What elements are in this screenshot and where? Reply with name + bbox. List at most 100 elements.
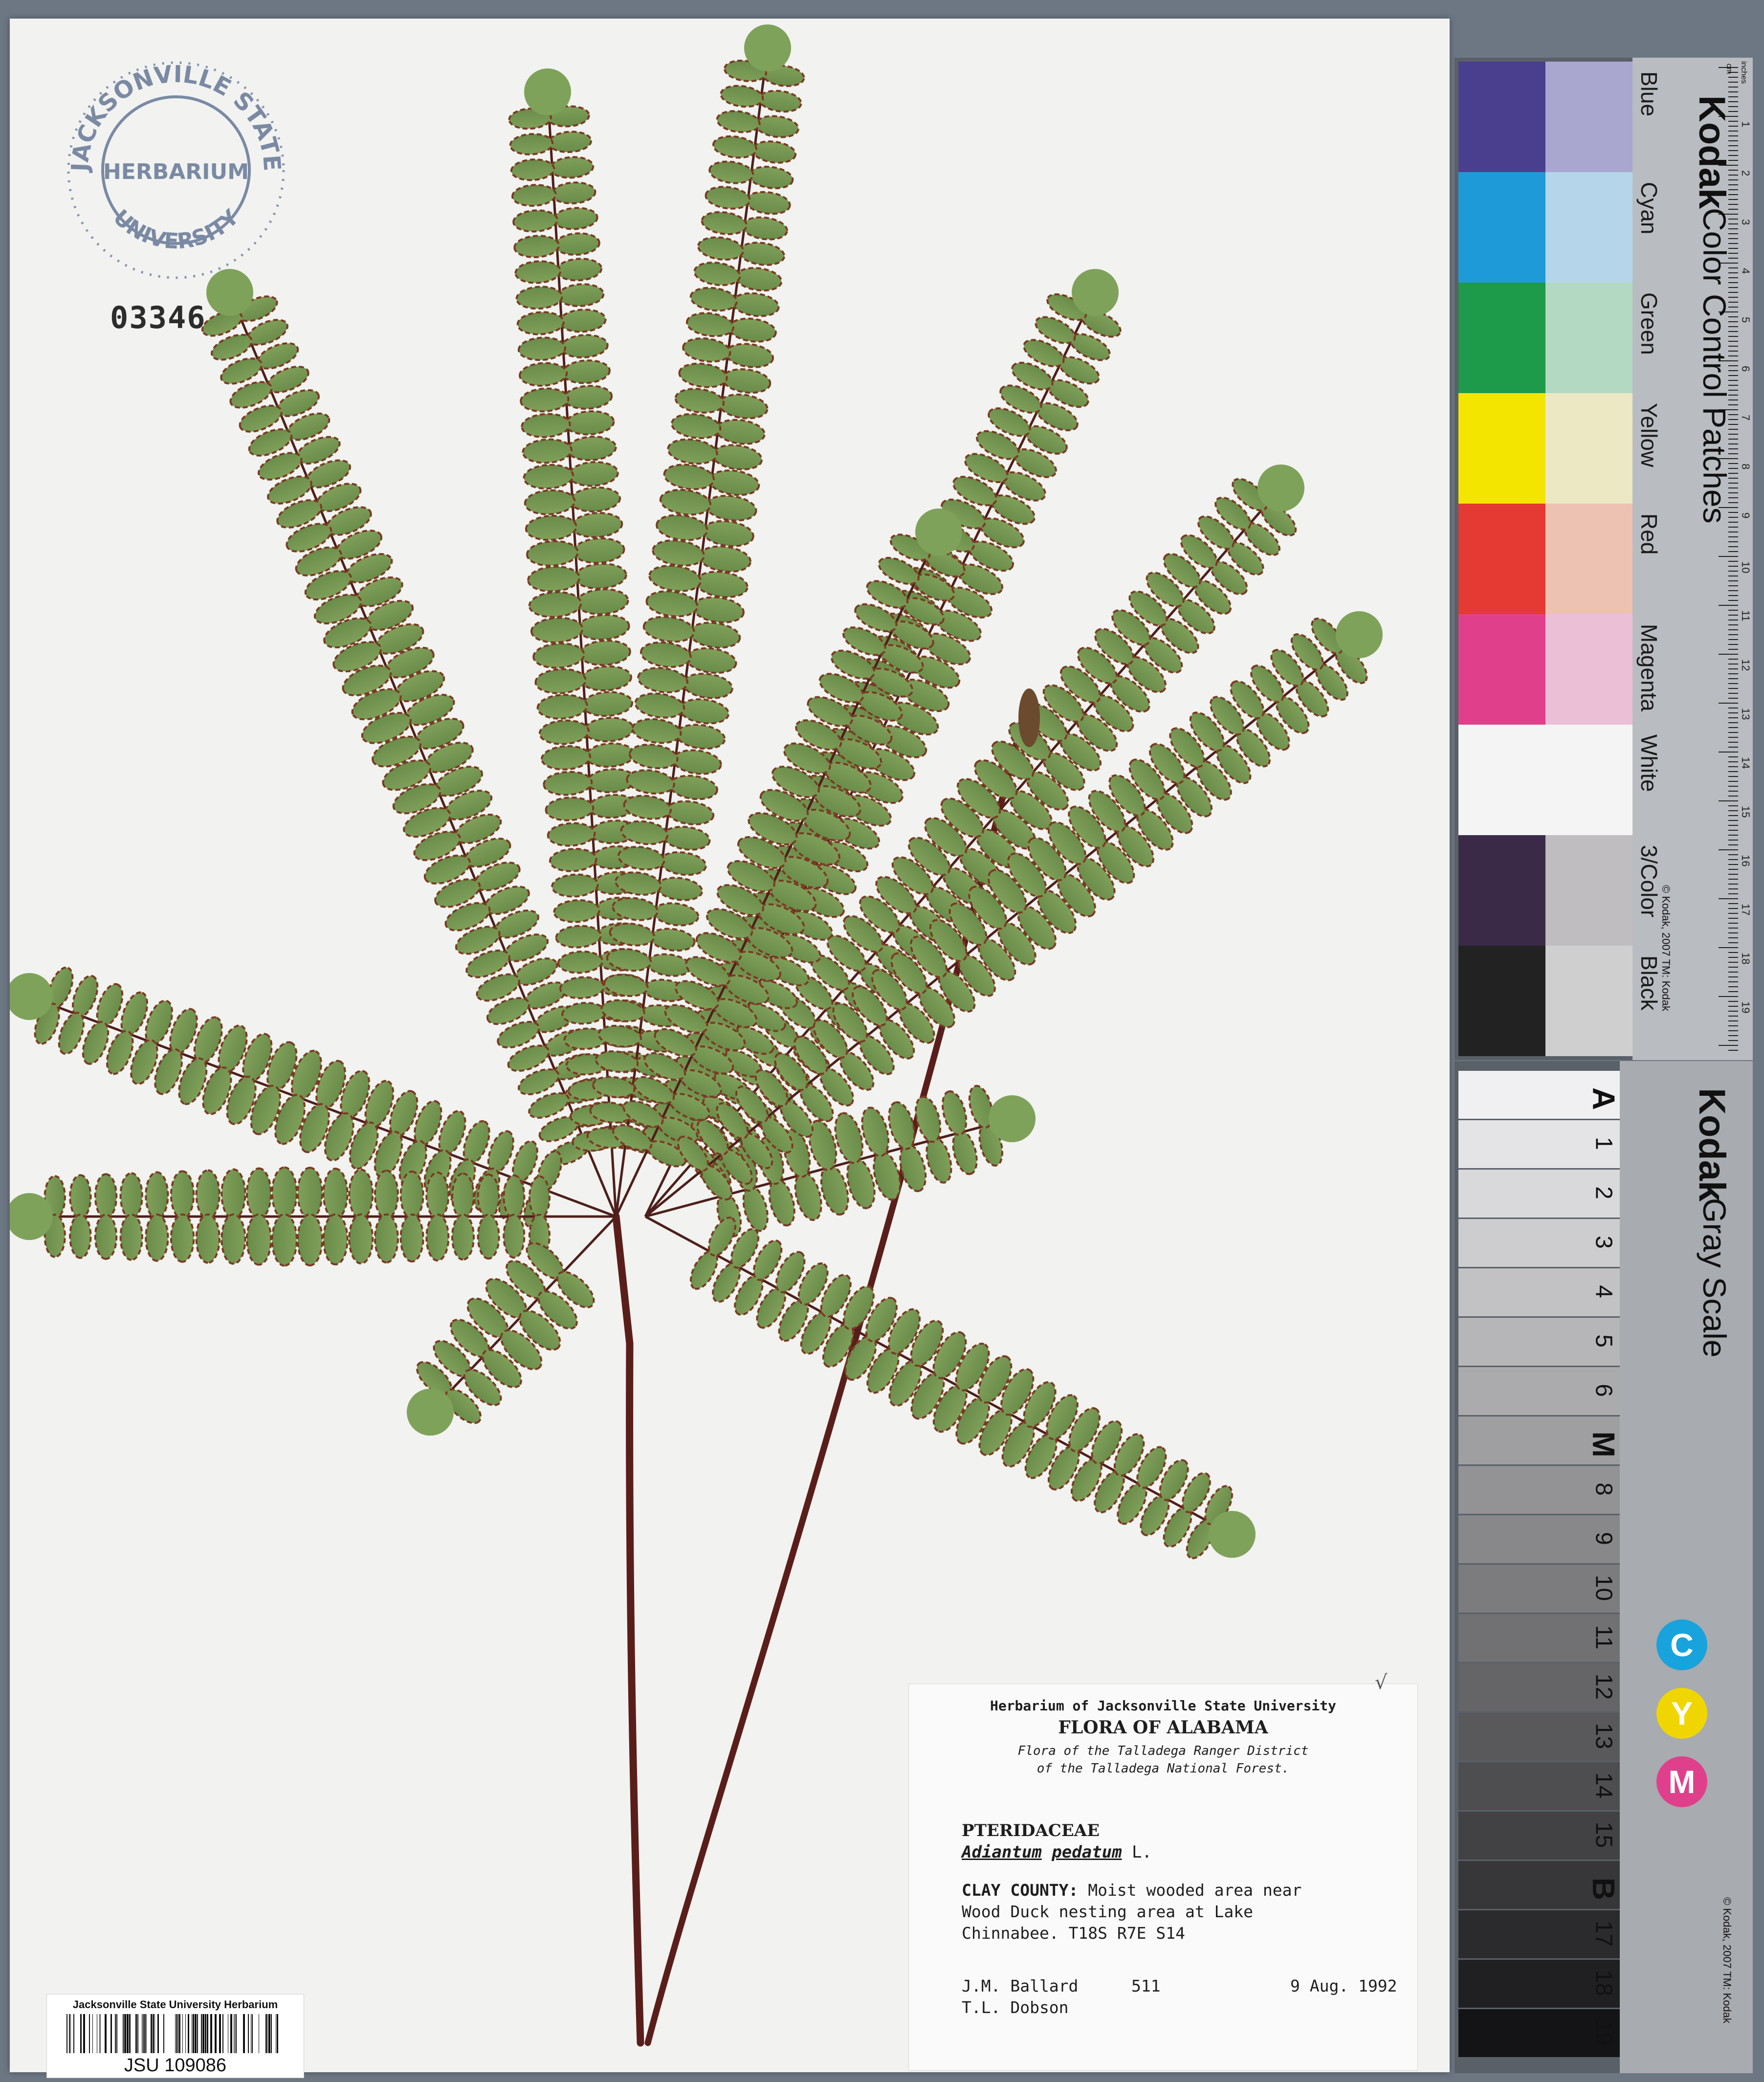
pinnule [659,851,707,876]
pinnule [600,999,645,1022]
pinnule [348,1213,374,1264]
cym-dot: Y [1656,1688,1707,1739]
color-patch-label: Magenta [1636,624,1662,712]
herbarium-sheet: JACKSONVILLE STATE HERBARIUM UNIVERSITY … [10,19,1450,2078]
pinnule [708,469,760,496]
stamp-center-text: HERBARIUM [103,159,249,184]
pinnule [662,825,711,851]
ruler-cm-label: 4 [1740,268,1752,274]
pinnule [678,362,728,388]
pinnule [631,718,682,744]
pinnule [119,1213,143,1261]
barcode-bar [188,2014,189,2053]
barcode-bar [219,2014,221,2053]
barcode-bar [197,2014,198,2053]
label-author: L. [1132,1842,1152,1862]
gray-card-brand: Kodak [1691,1088,1733,1202]
pinnule [926,1136,952,1184]
barcode-bar [115,2014,116,2053]
barcode-bar [100,2014,101,2053]
pinnule [528,591,582,618]
pinnule [708,160,754,184]
pinnule [296,1167,323,1220]
barcode-bars [66,2014,278,2053]
pinnule [754,115,799,138]
pinnule [672,749,722,775]
barcode-title: Jacksonville State University Herbarium [72,1998,278,2011]
pinnule [741,216,788,241]
barcode-bar [252,2014,253,2053]
barcode-bar [271,2014,272,2053]
gray-step-label: 17 [1590,1920,1617,1947]
pinnule [477,1214,500,1260]
barcode-bar [69,2014,70,2053]
color-patch-light [1545,62,1632,172]
pinnule [689,287,738,312]
label-locality: CLAY COUNTY: Moist wooded area near Wood… [962,1880,1402,1944]
barcode-bar [195,2014,197,2053]
barcode-bar [205,2014,206,2053]
pinna [644,1215,1256,1559]
pinnule [549,156,595,179]
gray-step-label: 5 [1590,1334,1617,1348]
pinnule [731,292,780,317]
pinnule [560,334,609,358]
color-patch-dark [1458,946,1545,1056]
ruler-cm-label: 10 [1740,561,1752,573]
pinnule [509,133,554,155]
label-genus: Adiantum [962,1842,1042,1862]
pinnule [659,488,712,516]
gray-step-label: 1 [1590,1137,1617,1150]
pinnule [620,820,669,845]
color-card-brand: Kodak [1691,95,1733,209]
gray-step-label: 14 [1590,1772,1617,1799]
pinnule [698,545,751,573]
pinnule [220,1213,246,1265]
pinna-tip [1257,465,1304,511]
barcode-bar [83,2014,85,2053]
ruler-cm-label: 5 [1740,317,1752,323]
pinnule [642,616,695,643]
color-patch-label: White [1636,734,1662,792]
gray-step-label: B [1586,1877,1621,1901]
label-family: PTERIDACEAE [962,1821,1100,1840]
barcode-bar [143,2014,144,2053]
color-patch-label: Red [1636,513,1662,555]
pinnule [566,436,617,462]
barcode-bar [124,2014,126,2053]
color-patch-label: 3/Color [1636,845,1662,918]
pinnule [271,1166,298,1220]
gray-step-label: 19 [1590,2019,1617,2046]
pinnule [547,822,596,847]
cym-dot: M [1656,1756,1707,1807]
pinnule [725,343,774,368]
pinnule [545,797,595,821]
pinnule [652,539,705,567]
label-subtitle-1: Flora of the Talladega Ranger District [1017,1744,1309,1758]
pinnule [888,1101,916,1150]
pinnule [735,267,783,292]
ruler-cm-label: 9 [1740,512,1752,518]
pinnule [646,953,692,977]
barcode-bar [163,2014,164,2053]
pinnule [568,461,619,487]
gray-step-label: 3 [1590,1236,1617,1249]
barcode-bar [176,2014,177,2053]
pinnule [555,258,603,282]
pinnule [322,1213,349,1265]
pinnule [425,1171,450,1220]
pinnule [656,514,708,541]
pinnule [517,336,566,361]
pinnule [94,1214,118,1260]
pinnule [623,795,672,820]
color-patch-label: Blue [1636,71,1662,117]
stamp-bottom-text: UNIVERSITY [108,204,244,254]
pinnule [745,191,791,215]
pinnule [69,1174,92,1219]
pinnule [530,617,584,643]
pinnule [652,902,700,927]
pinnule [524,489,576,515]
ruler-cm-label: 17 [1740,904,1752,915]
pinnule [629,743,679,770]
pinnule [515,286,563,310]
